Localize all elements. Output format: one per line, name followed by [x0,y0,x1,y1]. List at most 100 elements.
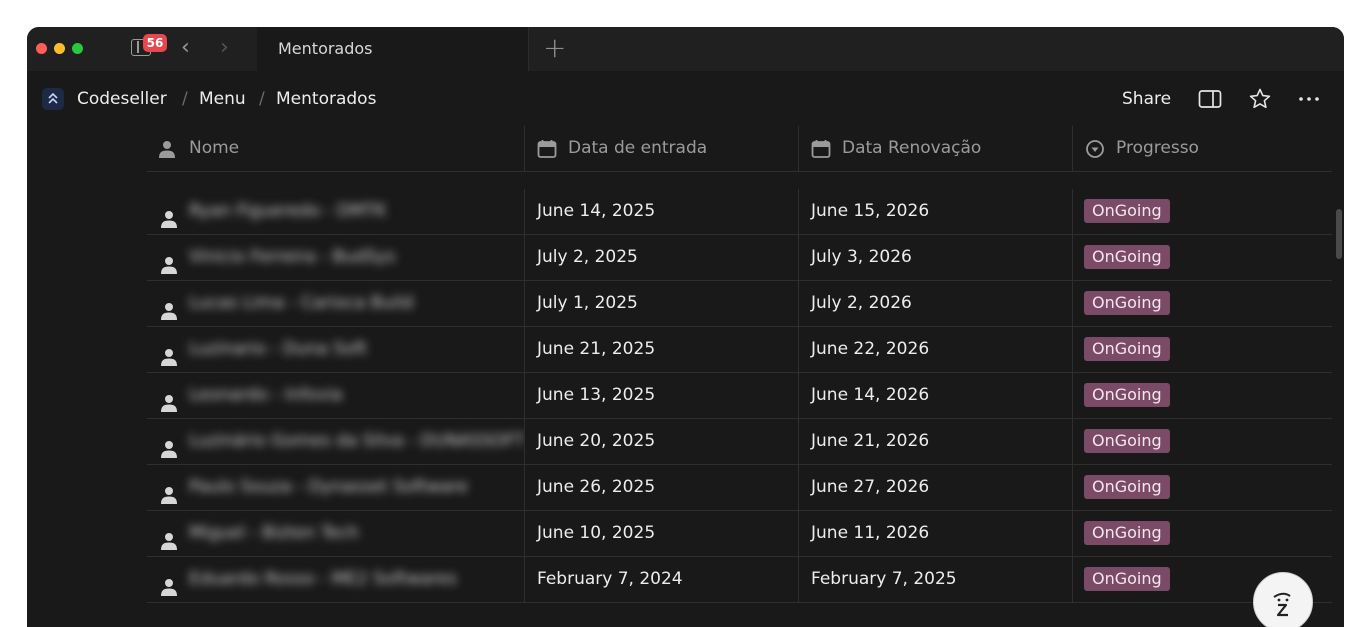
tab-title: Mentorados [278,39,373,58]
person-icon [159,248,179,274]
table-row[interactable]: Paulo Souza - Dynasset Software June 26,… [147,465,1332,511]
progress-cell[interactable]: OnGoing [1072,511,1332,556]
column-label: Data Renovação [842,138,982,158]
help-avatar-icon[interactable] [1253,572,1313,627]
side-panel-icon[interactable] [1198,87,1222,111]
mentee-name: Luzinário Gomes da Silva - DUNASSOFT [189,431,524,451]
progress-cell[interactable]: OnGoing [1072,373,1332,418]
name-cell[interactable]: Paulo Souza - Dynasset Software [147,465,524,510]
progress-cell[interactable]: OnGoing [1072,281,1332,326]
name-cell[interactable]: Vinicio Ferreira - BudSys [147,235,524,280]
progress-cell[interactable]: OnGoing [1072,189,1332,234]
status-badge: OnGoing [1084,199,1170,223]
tab-mentorados[interactable]: Mentorados [257,27,529,71]
page-header: Codeseller / Menu / Mentorados Share [27,71,1344,126]
progress-cell[interactable]: OnGoing [1072,235,1332,280]
name-cell[interactable]: Eduardo Rosso - ME2 Softwares [147,557,524,602]
calendar-icon [537,139,557,159]
person-icon [159,524,179,550]
minimize-window-button[interactable] [54,43,65,54]
mentee-name: Miguel - Bizten Tech [189,523,359,543]
person-icon [159,294,179,320]
renewal-date-cell[interactable]: June 15, 2026 [798,189,1072,234]
entry-date-cell[interactable]: June 26, 2025 [524,465,798,510]
mentee-name: Lucas Lima - Carioca Build [189,293,414,313]
progress-cell[interactable]: OnGoing [1072,465,1332,510]
table-row[interactable]: Lucas Lima - Carioca Build July 1, 2025 … [147,281,1332,327]
person-icon [159,432,179,458]
breadcrumb-menu[interactable]: Menu [199,88,246,110]
name-cell[interactable]: Leonardo - Infovia [147,373,524,418]
breadcrumb-workspace[interactable]: Codeseller [77,88,167,110]
entry-date-cell[interactable]: July 1, 2025 [524,281,798,326]
table-row[interactable]: Leonardo - Infovia June 13, 2025 June 14… [147,373,1332,419]
status-badge: OnGoing [1084,245,1170,269]
status-badge: OnGoing [1084,337,1170,361]
new-tab-button[interactable]: + [543,33,566,63]
table-row[interactable]: Luzinário Gomes da Silva - DUNASSOFT Jun… [147,419,1332,465]
column-header-name[interactable]: Nome [147,126,524,172]
mentee-name: Eduardo Rosso - ME2 Softwares [189,569,457,589]
chevron-right-icon[interactable]: › [220,36,229,60]
column-label: Progresso [1116,138,1199,158]
column-label: Nome [189,138,240,158]
entry-date-cell[interactable]: June 14, 2025 [524,189,798,234]
table-row[interactable]: Ryan Figueredo - DMTK June 14, 2025 June… [147,189,1332,235]
more-icon[interactable] [1297,87,1321,111]
renewal-date-cell[interactable]: June 21, 2026 [798,419,1072,464]
mentee-name: Luzinario - Duna Soft [189,339,367,359]
table-row[interactable]: Miguel - Bizten Tech June 10, 2025 June … [147,511,1332,557]
workspace-logo-icon[interactable] [42,88,64,110]
breadcrumb-page[interactable]: Mentorados [276,88,376,110]
progress-cell[interactable]: OnGoing [1072,419,1332,464]
entry-date-cell[interactable]: July 2, 2025 [524,235,798,280]
name-cell[interactable]: Miguel - Bizten Tech [147,511,524,556]
status-badge: OnGoing [1084,291,1170,315]
chevron-left-icon[interactable]: ‹ [181,36,190,60]
app-window: 56 ‹ › Mentorados + Codeseller / Menu / … [27,27,1344,627]
entry-date-cell[interactable]: February 7, 2024 [524,557,798,602]
renewal-date-cell[interactable]: July 2, 2026 [798,281,1072,326]
mentee-name: Ryan Figueredo - DMTK [189,201,387,221]
table-row[interactable]: Vinicio Ferreira - BudSys July 2, 2025 J… [147,235,1332,281]
name-cell[interactable]: Lucas Lima - Carioca Build [147,281,524,326]
entry-date-cell[interactable]: June 20, 2025 [524,419,798,464]
mentee-name: Vinicio Ferreira - BudSys [189,247,396,267]
share-button[interactable]: Share [1122,88,1171,110]
close-window-button[interactable] [36,43,47,54]
mentorados-table: Nome Data de entrada Data Renovação Prog… [147,126,1332,627]
column-header-renewal-date[interactable]: Data Renovação [798,126,1072,172]
renewal-date-cell[interactable]: June 27, 2026 [798,465,1072,510]
status-badge: OnGoing [1084,521,1170,545]
table-body: Ryan Figueredo - DMTK June 14, 2025 June… [147,172,1332,627]
renewal-date-cell[interactable]: July 3, 2026 [798,235,1072,280]
entry-date-cell[interactable]: June 10, 2025 [524,511,798,556]
name-cell[interactable]: Luzinário Gomes da Silva - DUNASSOFT [147,419,524,464]
renewal-date-cell[interactable]: June 14, 2026 [798,373,1072,418]
status-icon [1085,139,1105,159]
table-row[interactable]: Eduardo Rosso - ME2 Softwares February 7… [147,557,1332,603]
vertical-scrollbar[interactable] [1336,209,1342,259]
column-header-progress[interactable]: Progresso [1072,126,1332,172]
maximize-window-button[interactable] [72,43,83,54]
person-icon [159,340,179,366]
mentee-name: Paulo Souza - Dynasset Software [189,477,468,497]
tab-bar: 56 ‹ › Mentorados + [27,27,1344,71]
name-cell[interactable]: Ryan Figueredo - DMTK [147,189,524,234]
person-icon [159,202,179,228]
renewal-date-cell[interactable]: February 7, 2025 [798,557,1072,602]
status-badge: OnGoing [1084,475,1170,499]
table-row[interactable]: Luzinario - Duna Soft June 21, 2025 June… [147,327,1332,373]
entry-date-cell[interactable]: June 21, 2025 [524,327,798,372]
renewal-date-cell[interactable]: June 22, 2026 [798,327,1072,372]
breadcrumb-separator: / [182,89,188,109]
status-badge: OnGoing [1084,429,1170,453]
star-icon[interactable] [1248,87,1272,111]
renewal-date-cell[interactable]: June 11, 2026 [798,511,1072,556]
name-cell[interactable]: Luzinario - Duna Soft [147,327,524,372]
person-icon [159,570,179,596]
column-header-entry-date[interactable]: Data de entrada [524,126,798,172]
entry-date-cell[interactable]: June 13, 2025 [524,373,798,418]
progress-cell[interactable]: OnGoing [1072,327,1332,372]
status-badge: OnGoing [1084,383,1170,407]
